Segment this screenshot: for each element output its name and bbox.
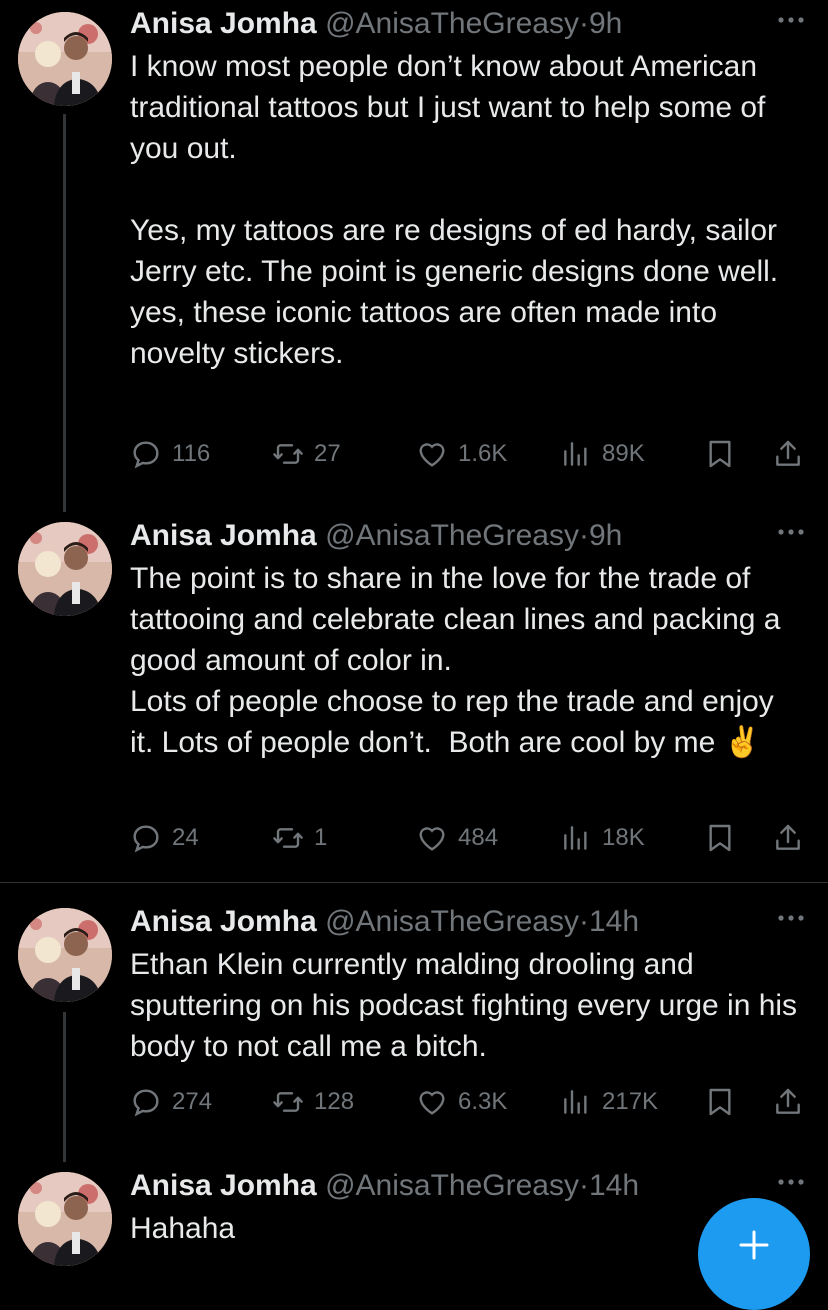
more-icon[interactable] xyxy=(776,1176,806,1188)
repost-count: 128 xyxy=(314,1088,355,1115)
avatar[interactable] xyxy=(18,522,112,616)
views-button[interactable]: 217K xyxy=(560,1082,658,1122)
view-count: 89K xyxy=(602,440,645,467)
tweet-text: Ethan Klein currently malding drooling a… xyxy=(130,948,806,1063)
more-icon[interactable] xyxy=(776,14,806,26)
heart-icon xyxy=(416,438,448,470)
author-name[interactable]: Anisa Jomha xyxy=(130,519,317,552)
share-icon xyxy=(772,438,804,470)
thread-line xyxy=(63,114,66,512)
reply-button[interactable]: 116 xyxy=(130,434,210,474)
views-button[interactable]: 89K xyxy=(560,434,645,474)
reply-count: 274 xyxy=(172,1088,213,1115)
repost-button[interactable]: 27 xyxy=(272,434,341,474)
like-count: 484 xyxy=(458,824,499,851)
tweet-text: I know most people don’t know about Amer… xyxy=(130,50,779,370)
timestamp[interactable]: 9h xyxy=(589,7,622,40)
author-handle[interactable]: @AnisaTheGreasy xyxy=(325,1169,579,1202)
tweet-header: Anisa Jomha @AnisaTheGreasy·14h xyxy=(130,1166,639,1206)
repost-icon xyxy=(272,438,304,470)
separator: · xyxy=(578,905,589,938)
like-button[interactable]: 6.3K xyxy=(416,1082,507,1122)
author-handle[interactable]: @AnisaTheGreasy xyxy=(325,905,579,938)
repost-count: 1 xyxy=(314,824,328,851)
timestamp[interactable]: 14h xyxy=(589,1169,639,1202)
tweet-actions: 24 1 484 18K xyxy=(130,818,810,858)
bookmark-button[interactable] xyxy=(704,434,746,474)
avatar[interactable] xyxy=(18,908,112,1002)
avatar[interactable] xyxy=(18,1172,112,1266)
view-count: 217K xyxy=(602,1088,659,1115)
thread-line xyxy=(63,1012,66,1162)
repost-icon xyxy=(272,1086,304,1118)
like-button[interactable]: 484 xyxy=(416,818,498,858)
more-icon[interactable] xyxy=(776,912,806,924)
share-button[interactable] xyxy=(772,1082,814,1122)
views-button[interactable]: 18K xyxy=(560,818,645,858)
reply-count: 116 xyxy=(172,440,211,467)
reply-count: 24 xyxy=(172,824,199,851)
share-icon xyxy=(772,1086,804,1118)
author-name[interactable]: Anisa Jomha xyxy=(130,7,317,40)
tweet-actions: 274 128 6.3K 217K xyxy=(130,1082,810,1122)
reply-button[interactable]: 274 xyxy=(130,1082,212,1122)
tweet-header: Anisa Jomha @AnisaTheGreasy·9h xyxy=(130,4,622,44)
like-button[interactable]: 1.6K xyxy=(416,434,507,474)
plus-icon xyxy=(737,1228,771,1262)
tweet-header: Anisa Jomha @AnisaTheGreasy·14h xyxy=(130,902,639,942)
bookmark-icon xyxy=(704,1086,736,1118)
more-icon[interactable] xyxy=(776,526,806,538)
author-name[interactable]: Anisa Jomha xyxy=(130,905,317,938)
repost-count: 27 xyxy=(314,440,341,467)
timestamp[interactable]: 9h xyxy=(589,519,622,552)
share-button[interactable] xyxy=(772,434,814,474)
reply-button[interactable]: 24 xyxy=(130,818,199,858)
reply-icon xyxy=(130,1086,162,1118)
separator: · xyxy=(578,519,589,552)
tweet-actions: 116 27 1.6K 89K xyxy=(130,434,810,474)
bookmark-icon xyxy=(704,438,736,470)
avatar[interactable] xyxy=(18,12,112,106)
reply-icon xyxy=(130,438,162,470)
like-count: 1.6K xyxy=(458,440,508,467)
tweet-header: Anisa Jomha @AnisaTheGreasy·9h xyxy=(130,516,622,556)
timestamp[interactable]: 14h xyxy=(589,905,639,938)
view-count: 18K xyxy=(602,824,645,851)
bookmark-button[interactable] xyxy=(704,818,746,858)
views-icon xyxy=(560,1086,592,1118)
views-icon xyxy=(560,822,592,854)
like-count: 6.3K xyxy=(458,1088,508,1115)
author-handle[interactable]: @AnisaTheGreasy xyxy=(325,519,579,552)
repost-button[interactable]: 1 xyxy=(272,818,327,858)
share-icon xyxy=(772,822,804,854)
reply-icon xyxy=(130,822,162,854)
heart-icon xyxy=(416,1086,448,1118)
separator: · xyxy=(578,7,589,40)
divider xyxy=(0,882,828,883)
bookmark-icon xyxy=(704,822,736,854)
views-icon xyxy=(560,438,592,470)
share-button[interactable] xyxy=(772,818,814,858)
heart-icon xyxy=(416,822,448,854)
author-handle[interactable]: @AnisaTheGreasy xyxy=(325,7,579,40)
tweet-text: The point is to share in the love for th… xyxy=(130,562,781,759)
separator: · xyxy=(578,1169,589,1202)
bookmark-button[interactable] xyxy=(704,1082,746,1122)
repost-button[interactable]: 128 xyxy=(272,1082,354,1122)
repost-icon xyxy=(272,822,304,854)
author-name[interactable]: Anisa Jomha xyxy=(130,1169,317,1202)
